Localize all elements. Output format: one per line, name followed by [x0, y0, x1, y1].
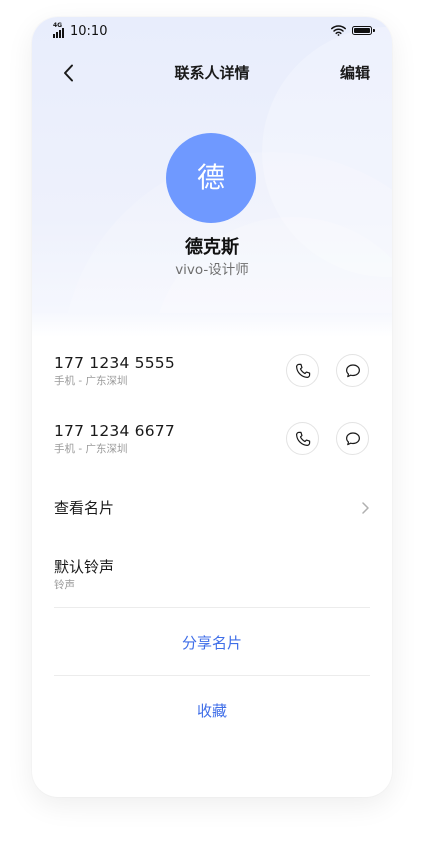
view-card-row[interactable]: 查看名片	[54, 498, 370, 518]
divider	[54, 675, 370, 676]
edit-button[interactable]: 编辑	[340, 61, 370, 85]
chevron-right-icon	[362, 502, 369, 514]
phone-number[interactable]: 177 1234 6677	[54, 421, 175, 441]
ringtone-sub: 铃声	[54, 579, 75, 591]
page-title: 联系人详情	[174, 64, 250, 82]
share-card-button[interactable]: 分享名片	[32, 633, 392, 653]
status-bar: 4G 10:10	[32, 17, 392, 47]
chevron-left-icon	[63, 64, 73, 82]
header-fade	[32, 313, 392, 337]
avatar: 德	[166, 133, 256, 223]
message-button[interactable]	[336, 354, 369, 387]
message-button[interactable]	[336, 422, 369, 455]
divider	[54, 607, 370, 608]
phone-row: 177 1234 5555 手机 - 广东深圳	[54, 353, 370, 393]
phone-icon	[295, 363, 310, 378]
status-left: 4G 10:10	[53, 23, 108, 40]
chat-bubble-icon	[345, 363, 360, 377]
phone-frame: 4G 10:10 联系人详情 编辑 德 德克斯 vivo-设计师 177 123…	[32, 17, 392, 797]
battery-icon	[352, 26, 375, 35]
phone-row: 177 1234 6677 手机 - 广东深圳	[54, 421, 370, 461]
chat-bubble-icon	[345, 431, 360, 445]
phone-icon	[295, 431, 310, 446]
avatar-initial: 德	[196, 161, 225, 194]
page: 4G 10:10 联系人详情 编辑 德 德克斯 vivo-设计师 177 123…	[0, 0, 424, 844]
back-button[interactable]	[58, 61, 78, 85]
call-button[interactable]	[286, 354, 319, 387]
contact-subtitle: vivo-设计师	[175, 262, 249, 278]
ringtone-label: 默认铃声	[54, 558, 115, 576]
view-card-label: 查看名片	[54, 499, 115, 517]
status-right	[331, 25, 375, 36]
ringtone-row[interactable]: 默认铃声 铃声	[54, 557, 370, 593]
phone-location: 手机 - 广东深圳	[54, 375, 128, 387]
contact-name: 德克斯	[185, 237, 239, 258]
cellular-signal-icon: 4G	[53, 23, 67, 38]
status-time: 10:10	[70, 24, 108, 39]
favorite-button[interactable]: 收藏	[32, 701, 392, 721]
phone-number[interactable]: 177 1234 5555	[54, 353, 175, 373]
wifi-icon	[331, 25, 346, 36]
phone-location: 手机 - 广东深圳	[54, 443, 128, 455]
call-button[interactable]	[286, 422, 319, 455]
